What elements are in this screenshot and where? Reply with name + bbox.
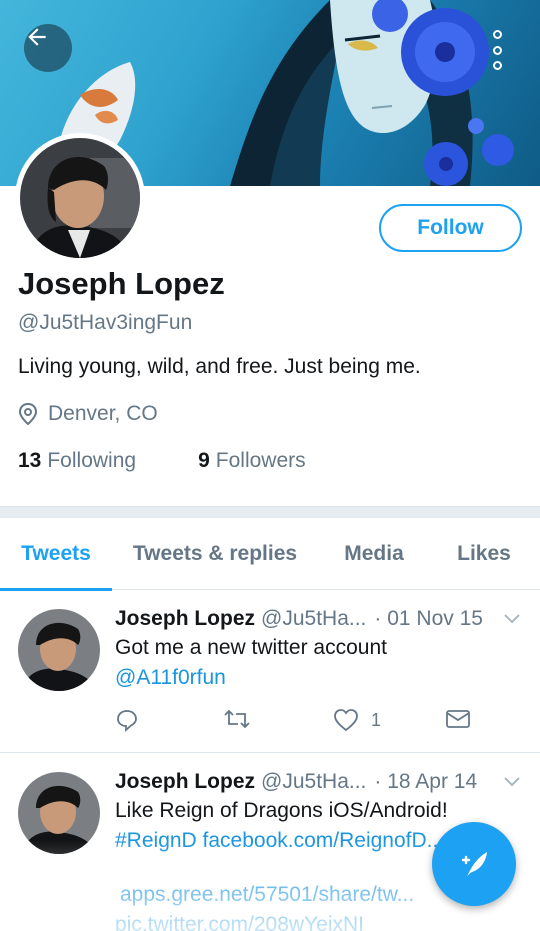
reply-button[interactable] (115, 708, 139, 732)
profile-bio: Living young, wild, and free. Just being… (18, 355, 421, 378)
retweet-button[interactable] (223, 708, 251, 730)
like-button[interactable]: 1 (333, 708, 381, 732)
reply-icon (117, 710, 137, 732)
tweet-avatar[interactable] (18, 772, 100, 854)
tweet-avatar-image (18, 772, 100, 854)
tab-media[interactable]: Media (328, 518, 420, 590)
profile-name: Joseph Lopez (18, 266, 225, 301)
tweet-author-handle[interactable]: @Ju5tHa... (261, 770, 366, 794)
tweet-mention-link[interactable]: @A11f0rfun (115, 663, 387, 693)
envelope-icon (446, 710, 470, 728)
dm-share-button[interactable] (445, 708, 471, 730)
tweet-author-handle[interactable]: @Ju5tHa... (261, 607, 366, 631)
section-divider (0, 506, 540, 518)
more-vertical-icon[interactable] (486, 30, 508, 70)
tweet-date[interactable]: · 18 Apr 14 (374, 770, 477, 794)
tweet-pic-link[interactable]: pic.twitter.com/208wYeixNI (115, 910, 455, 931)
tab-tweets-replies[interactable]: Tweets & replies (122, 518, 308, 590)
followers-stat[interactable]: 9 Followers (198, 449, 306, 473)
compose-tweet-button[interactable] (432, 822, 516, 906)
profile-tabs: Tweets Tweets & replies Media Likes (0, 518, 540, 591)
profile-avatar[interactable] (15, 133, 145, 263)
chevron-down-icon[interactable] (503, 775, 521, 793)
profile-location: Denver, CO (18, 402, 158, 426)
tweet-header: Joseph Lopez @Ju5tHa... · 18 Apr 14 (115, 770, 477, 794)
heart-icon (334, 709, 358, 732)
arrow-left-icon (28, 28, 46, 46)
tweet-text: Got me a new twitter account @A11f0rfun (115, 633, 387, 693)
profile-handle: @Ju5tHav3ingFun (18, 311, 193, 334)
followers-count: 9 (198, 449, 210, 472)
follow-button[interactable]: Follow (379, 204, 522, 252)
tweet-actions: 1 (115, 708, 475, 736)
following-label: Following (47, 449, 137, 472)
tweet-author-name[interactable]: Joseph Lopez (115, 770, 255, 794)
following-count: 13 (18, 449, 42, 472)
location-pin-icon (18, 403, 38, 425)
tweet-text-line: Got me a new twitter account (115, 636, 387, 659)
tweet-author-name[interactable]: Joseph Lopez (115, 607, 255, 631)
tweet-url-link[interactable]: apps.gree.net/57501/share/tw... (115, 880, 455, 910)
tab-likes[interactable]: Likes (440, 518, 528, 590)
avatar-image (20, 138, 140, 258)
followers-label: Followers (215, 449, 306, 472)
following-stat[interactable]: 13 Following (18, 449, 136, 473)
tweet-avatar[interactable] (18, 609, 100, 691)
chevron-down-icon[interactable] (503, 612, 521, 630)
back-button[interactable] (24, 24, 72, 72)
retweet-icon (224, 709, 250, 729)
tweet-avatar-image (18, 609, 100, 691)
compose-tweet-icon (461, 852, 487, 877)
tweet-header: Joseph Lopez @Ju5tHa... · 01 Nov 15 (115, 607, 483, 631)
tweet-date[interactable]: · 01 Nov 15 (374, 607, 483, 631)
tab-tweets[interactable]: Tweets (0, 518, 112, 591)
like-count: 1 (371, 709, 382, 730)
tweet-hashtag-link[interactable]: #ReignD facebook.com/ReignofD...s (115, 826, 455, 856)
profile-stats: 13 Following 9 Followers (18, 449, 306, 473)
location-text: Denver, CO (48, 402, 158, 425)
tweet-text-line: Like Reign of Dragons iOS/Android! (115, 799, 448, 822)
tweet-text: Like Reign of Dragons iOS/Android! #Reig… (115, 796, 455, 931)
